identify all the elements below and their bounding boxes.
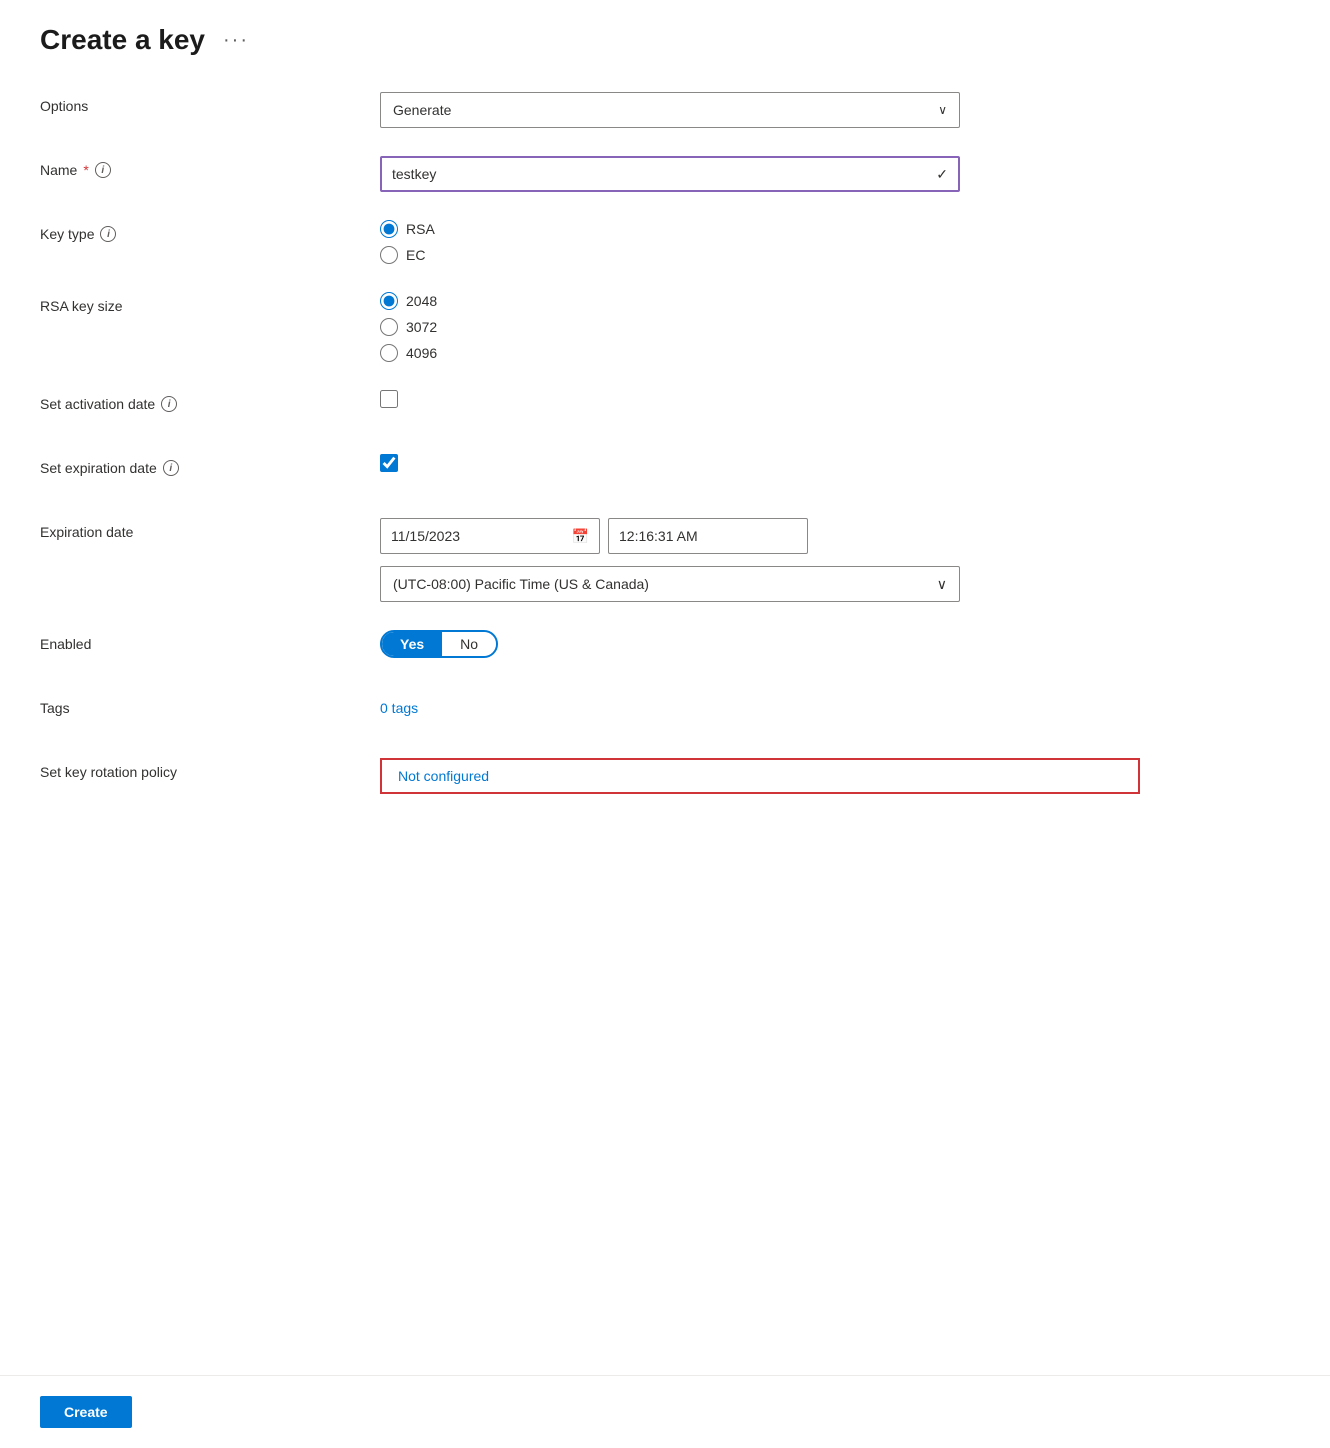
key-rotation-policy-row: Set key rotation policy Not configured — [40, 758, 1140, 794]
tags-control: 0 tags — [380, 694, 1140, 716]
enabled-label: Enabled — [40, 630, 380, 652]
enabled-toggle: Yes No — [380, 630, 1140, 658]
date-picker[interactable]: 11/15/2023 📅 — [380, 518, 600, 554]
page-title: Create a key — [40, 24, 205, 56]
key-type-ec-radio[interactable] — [380, 246, 398, 264]
rsa-key-size-3072-label: 3072 — [406, 319, 437, 335]
key-type-rsa-radio[interactable] — [380, 220, 398, 238]
expiration-date-inputs: 11/15/2023 📅 12:16:31 AM — [380, 518, 1140, 554]
options-row: Options Generate ∨ — [40, 92, 1140, 128]
tags-row: Tags 0 tags — [40, 694, 1140, 730]
key-rotation-policy-control: Not configured — [380, 758, 1140, 794]
activation-date-row: Set activation date i — [40, 390, 1140, 426]
name-info-icon[interactable]: i — [95, 162, 111, 178]
time-picker[interactable]: 12:16:31 AM — [608, 518, 808, 554]
yes-no-toggle[interactable]: Yes No — [380, 630, 498, 658]
expiration-date-toggle-control — [380, 454, 1140, 472]
activation-date-checkbox-item[interactable] — [380, 390, 1140, 408]
rsa-key-size-4096-label: 4096 — [406, 345, 437, 361]
activation-date-label: Set activation date i — [40, 390, 380, 412]
rsa-key-size-3072-option[interactable]: 3072 — [380, 318, 1140, 336]
enabled-row: Enabled Yes No — [40, 630, 1140, 666]
create-button[interactable]: Create — [40, 1396, 132, 1428]
rsa-key-size-2048-radio[interactable] — [380, 292, 398, 310]
key-type-row: Key type i RSA EC — [40, 220, 1140, 264]
timezone-chevron-icon: ∨ — [937, 576, 947, 593]
rsa-key-size-radio-group: 2048 3072 4096 — [380, 292, 1140, 362]
options-control: Generate ∨ — [380, 92, 1140, 128]
name-control: ✓ — [380, 156, 1140, 192]
options-dropdown[interactable]: Generate ∨ — [380, 92, 960, 128]
key-rotation-policy-label: Set key rotation policy — [40, 758, 380, 780]
rsa-key-size-2048-label: 2048 — [406, 293, 437, 309]
expiration-date-checkbox-item[interactable] — [380, 454, 1140, 472]
tags-label: Tags — [40, 694, 380, 716]
expiration-date-info-icon[interactable]: i — [163, 460, 179, 476]
checkmark-icon: ✓ — [936, 166, 948, 183]
timezone-dropdown[interactable]: (UTC-08:00) Pacific Time (US & Canada) ∨ — [380, 566, 960, 602]
rsa-key-size-4096-radio[interactable] — [380, 344, 398, 362]
rsa-key-size-2048-option[interactable]: 2048 — [380, 292, 1140, 310]
key-type-rsa-label: RSA — [406, 221, 435, 237]
create-key-form: Options Generate ∨ Name * i ✓ — [40, 92, 1140, 822]
chevron-down-icon: ∨ — [938, 103, 947, 117]
rsa-key-size-control: 2048 3072 4096 — [380, 292, 1140, 362]
key-type-control: RSA EC — [380, 220, 1140, 264]
expiration-date-checkbox[interactable] — [380, 454, 398, 472]
name-label: Name * i — [40, 156, 380, 178]
name-input-wrapper: ✓ — [380, 156, 960, 192]
rsa-key-size-4096-option[interactable]: 4096 — [380, 344, 1140, 362]
rsa-key-size-label: RSA key size — [40, 292, 380, 314]
key-type-info-icon[interactable]: i — [100, 226, 116, 242]
expiration-date-control: 11/15/2023 📅 12:16:31 AM (UTC-08:00) Pac… — [380, 518, 1140, 602]
required-indicator: * — [83, 162, 88, 178]
key-type-ec-label: EC — [406, 247, 425, 263]
expiration-date-toggle-row: Set expiration date i — [40, 454, 1140, 490]
tags-link[interactable]: 0 tags — [380, 694, 1140, 716]
expiration-date-toggle-label: Set expiration date i — [40, 454, 380, 476]
page-header: Create a key ··· — [40, 24, 1290, 56]
expiration-date-row: Expiration date 11/15/2023 📅 12:16:31 AM… — [40, 518, 1140, 602]
enabled-control: Yes No — [380, 630, 1140, 658]
page-footer: Create — [0, 1375, 1330, 1448]
not-configured-button[interactable]: Not configured — [380, 758, 1140, 794]
options-label: Options — [40, 92, 380, 114]
name-row: Name * i ✓ — [40, 156, 1140, 192]
more-options-button[interactable]: ··· — [217, 27, 255, 54]
name-input[interactable] — [392, 166, 936, 182]
key-type-rsa-option[interactable]: RSA — [380, 220, 1140, 238]
key-type-label: Key type i — [40, 220, 380, 242]
calendar-icon: 📅 — [572, 528, 589, 545]
activation-date-info-icon[interactable]: i — [161, 396, 177, 412]
toggle-no-option[interactable]: No — [442, 632, 496, 656]
expiration-date-label: Expiration date — [40, 518, 380, 540]
rsa-key-size-row: RSA key size 2048 3072 4096 — [40, 292, 1140, 362]
activation-date-control — [380, 390, 1140, 408]
toggle-yes-option[interactable]: Yes — [382, 632, 442, 656]
activation-date-checkbox[interactable] — [380, 390, 398, 408]
key-type-ec-option[interactable]: EC — [380, 246, 1140, 264]
key-type-radio-group: RSA EC — [380, 220, 1140, 264]
rsa-key-size-3072-radio[interactable] — [380, 318, 398, 336]
